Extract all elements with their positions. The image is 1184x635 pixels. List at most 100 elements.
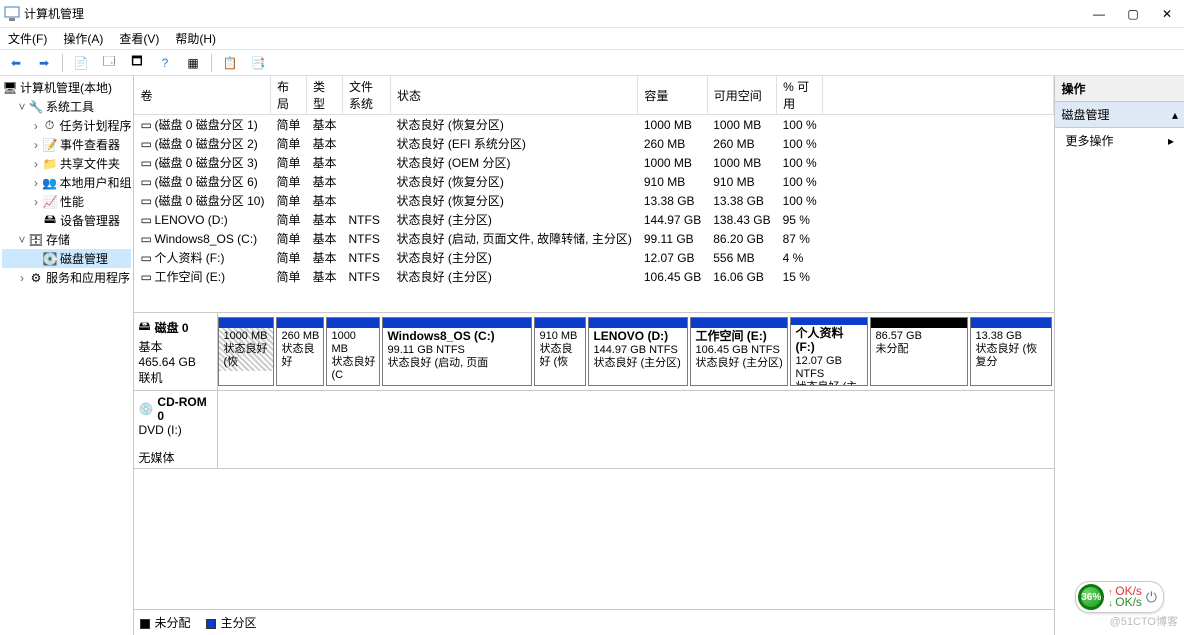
expand-icon[interactable]: › xyxy=(30,176,42,190)
volume-list[interactable]: 卷 布局 类型 文件系统 状态 容量 可用空间 % 可用 ▭(磁盘 0 磁盘分区… xyxy=(134,76,1054,312)
menu-view[interactable]: 查看(V) xyxy=(119,30,159,47)
back-button[interactable]: ⬅ xyxy=(4,52,28,74)
forward-button[interactable]: ➡ xyxy=(32,52,56,74)
close-button[interactable]: ✕ xyxy=(1160,7,1174,21)
partition[interactable]: LENOVO (D:)144.97 GB NTFS状态良好 (主分区) xyxy=(588,317,688,386)
tree-svcapps-label: 服务和应用程序 xyxy=(46,269,130,286)
disk-icon: 💽 xyxy=(42,251,58,267)
floating-badge[interactable]: 36% ↑ OK/s↓ OK/s ⏻ xyxy=(1075,581,1164,613)
tree-diskmgmt[interactable]: 💽磁盘管理 xyxy=(2,249,131,268)
volume-row[interactable]: ▭(磁盘 0 磁盘分区 3)简单基本状态良好 (OEM 分区)1000 MB10… xyxy=(134,153,1054,172)
tree-root[interactable]: 🖥计算机管理(本地) xyxy=(2,78,131,97)
volume-row[interactable]: ▭(磁盘 0 磁盘分区 10)简单基本状态良好 (恢复分区)13.38 GB13… xyxy=(134,191,1054,210)
tree-users[interactable]: ›👥本地用户和组 xyxy=(2,173,131,192)
arrow-right-icon: ➡ xyxy=(39,56,49,70)
volume-row[interactable]: ▭LENOVO (D:)简单基本NTFS状态良好 (主分区)144.97 GB1… xyxy=(134,210,1054,229)
expand-icon[interactable]: › xyxy=(30,119,42,133)
expand-icon[interactable]: › xyxy=(30,138,42,152)
actions-more[interactable]: 更多操作▸ xyxy=(1055,128,1184,153)
collapse-icon[interactable]: ˅ xyxy=(16,233,28,247)
menu-action[interactable]: 操作(A) xyxy=(63,30,103,47)
expand-icon[interactable]: › xyxy=(30,195,42,209)
col-capacity[interactable]: 容量 xyxy=(638,76,707,115)
disk0-name: 磁盘 0 xyxy=(155,319,189,336)
volume-icon: ▭ xyxy=(140,118,154,132)
toolbar-btn-2[interactable]: 🗔 xyxy=(97,52,121,74)
toolbar: ⬅ ➡ 📄 🗔 🗖 ? ▦ 📋 📑 xyxy=(0,50,1184,76)
disk0-type: 基本 xyxy=(138,338,213,355)
tree-shared[interactable]: ›📁共享文件夹 xyxy=(2,154,131,173)
volume-row[interactable]: ▭Windows8_OS (C:)简单基本NTFS状态良好 (启动, 页面文件,… xyxy=(134,229,1054,248)
chevron-up-icon: ▴ xyxy=(1172,108,1178,122)
menu-help[interactable]: 帮助(H) xyxy=(175,30,216,47)
partition[interactable]: 工作空间 (E:)106.45 GB NTFS状态良好 (主分区) xyxy=(690,317,788,386)
tree-shared-label: 共享文件夹 xyxy=(60,155,120,172)
volume-icon: ▭ xyxy=(140,232,154,246)
col-type[interactable]: 类型 xyxy=(307,76,343,115)
volume-icon: ▭ xyxy=(140,194,154,208)
col-fs[interactable]: 文件系统 xyxy=(343,76,391,115)
volume-icon: ▭ xyxy=(140,175,154,189)
nav-tree[interactable]: 🖥计算机管理(本地) ˅🔧系统工具 ›⏱任务计划程序 ›📝事件查看器 ›📁共享文… xyxy=(0,76,134,635)
help-button[interactable]: ? xyxy=(153,52,177,74)
tree-diskmgmt-label: 磁盘管理 xyxy=(60,250,108,267)
arrow-left-icon: ⬅ xyxy=(11,56,21,70)
disk-0-row[interactable]: 🖴磁盘 0 基本 465.64 GB 联机 1000 MB状态良好 (恢260 … xyxy=(134,313,1054,391)
tree-scheduler[interactable]: ›⏱任务计划程序 xyxy=(2,116,131,135)
partition[interactable]: 260 MB状态良好 xyxy=(276,317,324,386)
expand-icon[interactable]: › xyxy=(30,157,42,171)
detail-icon: 📑 xyxy=(251,56,266,70)
toggle-icon[interactable]: ⏻ xyxy=(1146,589,1157,606)
col-pct[interactable]: % 可用 xyxy=(777,76,823,115)
tree-root-label: 计算机管理(本地) xyxy=(20,79,112,96)
cdrom-row[interactable]: 💿CD-ROM 0 DVD (I:) 无媒体 xyxy=(134,391,1054,469)
event-icon: 📝 xyxy=(42,137,58,153)
window-title: 计算机管理 xyxy=(24,5,1092,22)
toolbar-btn-6[interactable]: 📑 xyxy=(246,52,270,74)
clock-icon: ⏱ xyxy=(42,118,58,134)
list-icon: 📋 xyxy=(223,56,238,70)
tree-svcapps[interactable]: ›⚙服务和应用程序 xyxy=(2,268,131,287)
menu-bar: 文件(F) 操作(A) 查看(V) 帮助(H) xyxy=(0,28,1184,50)
legend-unalloc-swatch xyxy=(140,619,150,629)
partition[interactable]: 1000 MB状态良好 (C xyxy=(326,317,380,386)
toolbar-btn-4[interactable]: ▦ xyxy=(181,52,205,74)
tree-eventvwr-label: 事件查看器 xyxy=(60,136,120,153)
tree-storage-label: 存储 xyxy=(46,231,70,248)
col-volume[interactable]: 卷 xyxy=(134,76,270,115)
volume-row[interactable]: ▭(磁盘 0 磁盘分区 1)简单基本状态良好 (恢复分区)1000 MB1000… xyxy=(134,115,1054,135)
col-layout[interactable]: 布局 xyxy=(270,76,306,115)
cdrom-icon: 💿 xyxy=(138,402,153,416)
partition[interactable]: Windows8_OS (C:)99.11 GB NTFS状态良好 (启动, 页… xyxy=(382,317,532,386)
col-status[interactable]: 状态 xyxy=(391,76,638,115)
volume-row[interactable]: ▭(磁盘 0 磁盘分区 6)简单基本状态良好 (恢复分区)910 MB910 M… xyxy=(134,172,1054,191)
tree-tools[interactable]: ˅🔧系统工具 xyxy=(2,97,131,116)
minimize-button[interactable]: — xyxy=(1092,7,1106,21)
col-free[interactable]: 可用空间 xyxy=(707,76,776,115)
volume-row[interactable]: ▭工作空间 (E:)简单基本NTFS状态良好 (主分区)106.45 GB16.… xyxy=(134,267,1054,286)
volume-row[interactable]: ▭(磁盘 0 磁盘分区 2)简单基本状态良好 (EFI 系统分区)260 MB2… xyxy=(134,134,1054,153)
maximize-button[interactable]: ▢ xyxy=(1126,7,1140,21)
tree-storage[interactable]: ˅🗄存储 xyxy=(2,230,131,249)
badge-percent: 36% xyxy=(1078,584,1104,610)
chevron-right-icon: ▸ xyxy=(1168,134,1174,148)
partition[interactable]: 13.38 GB状态良好 (恢复分 xyxy=(970,317,1052,386)
expand-icon[interactable]: › xyxy=(16,271,28,285)
partition[interactable]: 86.57 GB未分配 xyxy=(870,317,968,386)
volume-row[interactable]: ▭个人资料 (F:)简单基本NTFS状态良好 (主分区)12.07 GB556 … xyxy=(134,248,1054,267)
legend-unalloc: 未分配 xyxy=(154,616,190,630)
partition[interactable]: 个人资料 (F:)12.07 GB NTFS状态良好 (主分区 xyxy=(790,317,868,386)
title-bar: 计算机管理 — ▢ ✕ xyxy=(0,0,1184,28)
toolbar-btn-1[interactable]: 📄 xyxy=(69,52,93,74)
tree-eventvwr[interactable]: ›📝事件查看器 xyxy=(2,135,131,154)
tree-devmgr[interactable]: 🖴设备管理器 xyxy=(2,211,131,230)
tree-perf[interactable]: ›📈性能 xyxy=(2,192,131,211)
collapse-icon[interactable]: ˅ xyxy=(16,100,28,114)
partition[interactable]: 910 MB状态良好 (恢 xyxy=(534,317,586,386)
actions-section[interactable]: 磁盘管理▴ xyxy=(1055,102,1184,128)
menu-file[interactable]: 文件(F) xyxy=(8,30,47,47)
console-icon: 📄 xyxy=(74,56,89,70)
partition[interactable]: 1000 MB状态良好 (恢 xyxy=(218,317,274,386)
toolbar-btn-5[interactable]: 📋 xyxy=(218,52,242,74)
toolbar-btn-3[interactable]: 🗖 xyxy=(125,52,149,74)
